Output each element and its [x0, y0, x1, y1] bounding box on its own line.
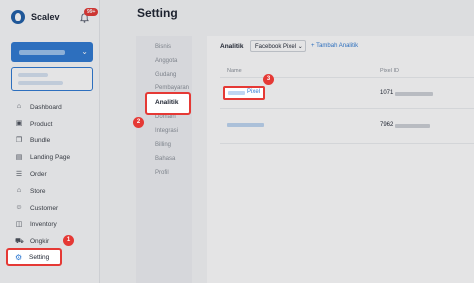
sidebar-item-label: Product: [30, 120, 53, 128]
sidebar-item-label: Order: [30, 171, 47, 179]
select-value: Facebook Pixel: [255, 44, 297, 50]
box-icon: ▣: [15, 120, 23, 128]
sidebar-item-label: Landing Page: [30, 154, 71, 162]
store-info-redacted: [18, 81, 63, 85]
pixel-id-redacted: [395, 92, 433, 96]
brand-name: Scalev: [31, 12, 60, 22]
store-icon: ⌂: [16, 187, 22, 195]
analytics-panel: [207, 36, 474, 283]
page-title: Setting: [137, 6, 178, 20]
pixel-name-redacted: [228, 91, 245, 95]
sidebar-item-setting[interactable]: ⚙ Setting: [6, 248, 62, 266]
sidebar-item-label: Customer: [30, 204, 59, 212]
home-icon: ⌂: [16, 103, 22, 111]
sidebar-item-product[interactable]: ▣ Product: [11, 116, 93, 133]
sidebar-item-customer[interactable]: ☺ Customer: [11, 200, 93, 217]
column-header-pixel-id: Pixel ID: [380, 68, 399, 74]
sidebar-item-store[interactable]: ⌂ Store: [11, 183, 93, 200]
scalev-logo: [11, 10, 25, 24]
submenu-item-gudang[interactable]: Gudang: [155, 72, 176, 78]
step-badge-2: 2: [133, 117, 144, 128]
submenu-item-pembayaran[interactable]: Pembayaran: [155, 85, 189, 91]
sidebar-item-label: Dashboard: [30, 103, 62, 111]
sidebar: Scalev 99+ ⌄ ⌂ Dashboard ▣ Product ❐ Bun…: [0, 0, 100, 283]
sidebar-item-label: Setting: [29, 254, 50, 261]
submenu-item-bahasa[interactable]: Bahasa: [155, 156, 175, 162]
submenu-item-label: Analitik: [155, 99, 179, 106]
divider: [220, 77, 474, 78]
divider: [220, 143, 474, 144]
order-icon: ☰: [15, 170, 23, 178]
store-info-card[interactable]: [11, 67, 93, 91]
facebook-pixel-entry[interactable]: Pixel: [223, 86, 265, 100]
pixel-name-redacted[interactable]: [227, 123, 264, 127]
submenu-item-anggota[interactable]: Anggota: [155, 58, 177, 64]
submenu-item-analitik[interactable]: Analitik: [145, 92, 191, 115]
column-header-name: Name: [227, 68, 242, 74]
page-icon: ▤: [15, 153, 23, 161]
truck-icon: ⛟: [15, 237, 24, 245]
chevron-down-icon: ⌄: [81, 47, 88, 56]
sidebar-item-bundle[interactable]: ❐ Bundle: [11, 133, 93, 150]
submenu-item-billing[interactable]: Billing: [155, 142, 171, 148]
users-icon: ☺: [15, 204, 23, 212]
pixel-id: 7962: [380, 122, 394, 128]
analytics-type-select[interactable]: Facebook Pixel ⌄: [250, 40, 306, 52]
submenu-item-profil[interactable]: Profil: [155, 170, 169, 176]
divider: [220, 108, 474, 109]
sidebar-item-label: Store: [30, 187, 46, 195]
gear-icon: ⚙: [15, 253, 23, 262]
submenu-item-integrasi[interactable]: Integrasi: [155, 128, 178, 134]
pixel-id: 1071: [380, 90, 394, 96]
store-info-redacted: [18, 73, 48, 77]
chevron-down-icon: ⌄: [297, 44, 303, 50]
notification-badge: 99+: [84, 8, 99, 16]
sidebar-item-label: Inventory: [30, 221, 57, 229]
store-name-redacted: [19, 50, 65, 55]
section-title: Analitik: [220, 43, 244, 50]
sidebar-menu: ⌂ Dashboard ▣ Product ❐ Bundle ▤ Landing…: [11, 99, 93, 250]
sidebar-item-label: Bundle: [30, 137, 51, 145]
sidebar-item-inventory[interactable]: ◫ Inventory: [11, 217, 93, 234]
inventory-icon: ◫: [15, 220, 23, 228]
pixel-name-label: Pixel: [247, 89, 261, 95]
store-selector[interactable]: ⌄: [11, 42, 93, 62]
sidebar-item-order[interactable]: ☰ Order: [11, 166, 93, 183]
submenu-item-bisnis[interactable]: Bisnis: [155, 44, 171, 50]
sidebar-item-label: Ongkir: [30, 238, 50, 246]
pixel-id-redacted: [395, 124, 430, 128]
sidebar-item-landing-page[interactable]: ▤ Landing Page: [11, 149, 93, 166]
bundle-icon: ❐: [15, 136, 23, 144]
step-badge-1: 1: [63, 235, 74, 246]
add-analytics-link[interactable]: + Tambah Analitik: [311, 43, 358, 49]
sidebar-item-dashboard[interactable]: ⌂ Dashboard: [11, 99, 93, 116]
step-badge-3: 3: [263, 74, 274, 85]
